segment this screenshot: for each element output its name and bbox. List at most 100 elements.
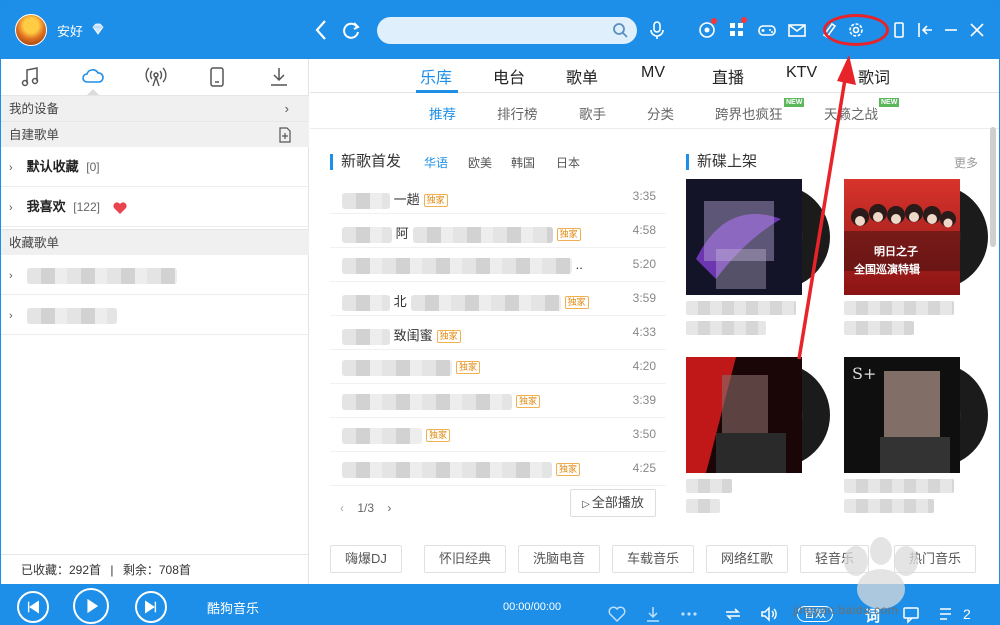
song-row[interactable]: 阿独家 4:58 — [330, 214, 666, 248]
subtab-crossover[interactable]: 跨界也疯狂 — [715, 103, 783, 123]
download-icon[interactable] — [267, 65, 291, 89]
tab-ktv[interactable]: KTV — [786, 64, 817, 82]
watermark-text: jingyan.baidu.com — [793, 603, 899, 617]
collected-playlist-item[interactable]: › — [1, 295, 309, 335]
more-options-icon[interactable] — [679, 604, 699, 624]
collected-playlist-item[interactable]: › — [1, 255, 309, 295]
song-row[interactable]: 独家 4:25 — [330, 452, 666, 486]
album-cover[interactable]: 明日之子 全国巡演特辑 — [844, 179, 988, 295]
mini-mode-icon[interactable] — [889, 20, 909, 40]
tab-lyrics[interactable]: 歌词 — [858, 64, 890, 88]
song-row[interactable]: .. 5:20 — [330, 248, 666, 282]
download-icon[interactable] — [643, 604, 663, 624]
subtab-charts[interactable]: 排行榜 — [497, 103, 538, 123]
genre-edm[interactable]: 洗脑电音 — [518, 545, 601, 573]
playlist-default-favorites[interactable]: › 默认收藏 [0] — [1, 147, 309, 187]
refresh-icon[interactable] — [341, 19, 361, 41]
new-albums-title: 新碟上架 — [686, 154, 757, 170]
tab-live[interactable]: 直播 — [712, 64, 744, 88]
page-indicator: 1/3 — [357, 501, 375, 515]
exclusive-tag: 独家 — [516, 395, 541, 409]
diamond-icon[interactable] — [91, 22, 105, 36]
song-row[interactable]: 北独家 3:59 — [330, 282, 666, 316]
pagination: ‹ 1/3 › — [340, 501, 391, 515]
avatar[interactable] — [15, 14, 47, 46]
tab-library[interactable]: 乐库 — [420, 64, 452, 88]
music-note-icon[interactable] — [19, 65, 43, 89]
category-tabs: 乐库 电台 歌单 MV 直播 KTV 歌词 — [310, 59, 999, 93]
song-title: 致闺蜜 独家 — [342, 325, 461, 345]
lang-tab-chinese[interactable]: 华语 — [424, 154, 448, 171]
repeat-icon[interactable] — [723, 604, 743, 624]
album-art: S+ — [844, 357, 960, 473]
search-box[interactable] — [377, 17, 637, 44]
next-page-icon[interactable]: › — [387, 501, 391, 515]
previous-track-icon[interactable] — [17, 591, 49, 623]
chevron-right-icon[interactable]: › — [285, 96, 289, 122]
like-heart-icon[interactable] — [607, 604, 627, 624]
mail-icon[interactable] — [787, 20, 807, 40]
subtab-battle[interactable]: 天籁之战 — [824, 103, 878, 123]
cloud-icon[interactable] — [81, 65, 105, 89]
song-row[interactable]: 独家 4:20 — [330, 350, 666, 384]
annotation-circle — [823, 14, 889, 46]
lang-tab-korean[interactable]: 韩国 — [511, 154, 535, 171]
search-icon[interactable] — [612, 22, 629, 39]
lang-tab-japanese[interactable]: 日本 — [556, 154, 580, 171]
prev-page-icon[interactable]: ‹ — [340, 501, 344, 515]
microphone-icon[interactable] — [647, 20, 667, 40]
scrollbar[interactable] — [990, 127, 996, 247]
tab-mv[interactable]: MV — [641, 64, 665, 82]
song-row[interactable]: 一趟 独家 3:35 — [330, 180, 666, 214]
chevron-right-icon[interactable]: › — [9, 148, 17, 188]
svg-text:S+: S+ — [852, 364, 876, 383]
device-icon[interactable] — [205, 65, 229, 89]
genre-classics[interactable]: 怀旧经典 — [424, 545, 507, 573]
gamepad-icon[interactable] — [757, 20, 777, 40]
my-devices-section[interactable]: 我的设备 › — [1, 95, 309, 121]
playlist-my-likes[interactable]: › 我喜欢 [122] — [1, 187, 309, 227]
blurred-album-title — [686, 301, 796, 315]
heart-icon — [112, 201, 127, 214]
song-duration: 4:25 — [632, 461, 656, 475]
album-art — [844, 179, 960, 295]
tab-playlists[interactable]: 歌单 — [566, 64, 598, 88]
radio-station-icon[interactable] — [144, 65, 168, 89]
custom-playlists-section: 自建歌单 — [1, 121, 309, 147]
exclusive-tag: 独家 — [436, 330, 461, 344]
chevron-right-icon[interactable]: › — [9, 256, 17, 296]
tab-radio[interactable]: 电台 — [493, 64, 525, 88]
play-button-icon[interactable] — [73, 588, 109, 624]
playlist-count: [0] — [86, 160, 100, 174]
song-row[interactable]: 致闺蜜 独家 4:33 — [330, 316, 666, 350]
notification-dot — [741, 17, 747, 23]
genre-dj[interactable]: 嗨爆DJ — [330, 545, 402, 573]
album-cover[interactable] — [686, 357, 830, 473]
minimize-icon[interactable] — [941, 20, 961, 40]
subtab-categories[interactable]: 分类 — [647, 103, 674, 123]
more-link[interactable]: 更多 — [954, 154, 978, 171]
song-title: 独家 — [342, 393, 541, 410]
subtab-singers[interactable]: 歌手 — [579, 103, 606, 123]
collapse-window-icon[interactable] — [915, 20, 935, 40]
notification-dot — [711, 18, 717, 24]
album-cover[interactable]: S+ — [844, 357, 988, 473]
chevron-right-icon[interactable]: › — [9, 188, 17, 228]
chevron-right-icon[interactable]: › — [9, 296, 17, 336]
new-playlist-icon[interactable] — [277, 127, 293, 143]
subtab-recommended[interactable]: 推荐 — [429, 103, 456, 123]
search-input[interactable] — [387, 21, 597, 40]
genre-driving[interactable]: 车载音乐 — [612, 545, 695, 573]
lang-tab-western[interactable]: 欧美 — [468, 154, 492, 171]
blurred-album-title — [844, 479, 954, 493]
collected-count: 已收藏：292首 — [21, 563, 102, 577]
apps-grid-icon[interactable] — [727, 20, 747, 40]
close-icon[interactable] — [967, 20, 987, 40]
song-row[interactable]: 独家 3:50 — [330, 418, 666, 452]
album-cover[interactable] — [686, 179, 830, 295]
song-row[interactable]: 独家 3:39 — [330, 384, 666, 418]
play-all-button[interactable]: ▷ 全部播放 — [570, 489, 656, 517]
back-arrow-icon[interactable] — [313, 18, 329, 42]
username[interactable]: 安好 — [57, 21, 83, 40]
next-track-icon[interactable] — [135, 591, 167, 623]
